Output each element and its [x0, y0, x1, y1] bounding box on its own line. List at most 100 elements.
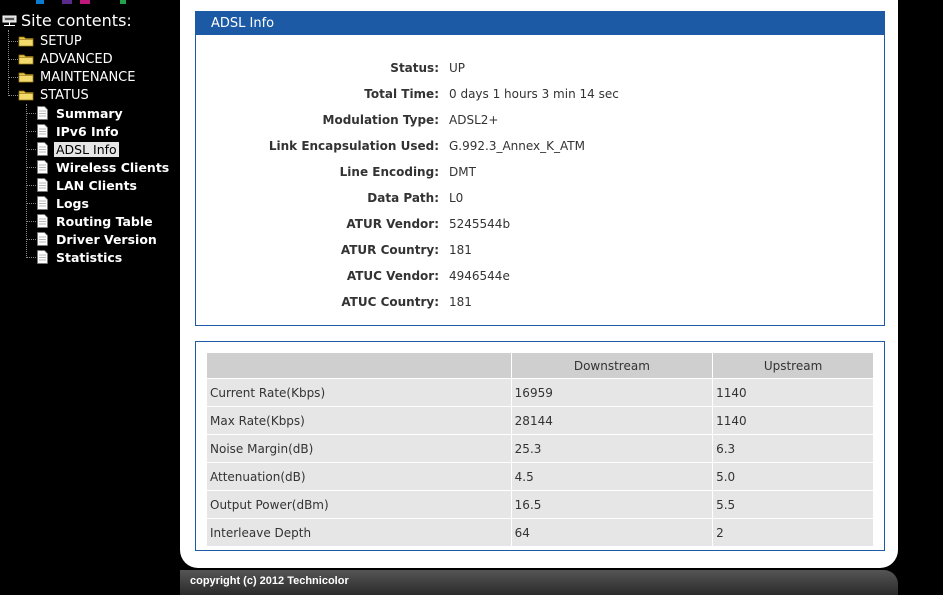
- info-value: 181: [449, 243, 472, 257]
- sidebar-section-label: STATUS: [40, 87, 89, 103]
- sidebar-section-status[interactable]: STATUS: [18, 86, 91, 104]
- document-icon: [37, 124, 48, 138]
- sidebar-item-label: IPv6 Info: [56, 123, 119, 139]
- sidebar-item-statistics[interactable]: Statistics: [37, 248, 124, 266]
- sidebar-item-wireless-clients[interactable]: Wireless Clients: [37, 158, 171, 176]
- info-key: Line Encoding:: [339, 165, 439, 179]
- sidebar-section-label: SETUP: [40, 33, 82, 49]
- table-cell: 25.3: [510, 434, 714, 463]
- table-row: Interleave Depth 64 2: [206, 518, 874, 547]
- info-row: Data Path: L0: [196, 191, 884, 211]
- sidebar-item-driver-version[interactable]: Driver Version: [37, 230, 159, 248]
- info-row: ATUR Vendor: 5245544b: [196, 217, 884, 237]
- site-contents-root[interactable]: Site contents:: [2, 11, 132, 30]
- sidebar-section-label: ADVANCED: [40, 51, 113, 67]
- sidebar-item-label: Statistics: [56, 249, 123, 265]
- tree-line: [26, 131, 36, 132]
- table-cell: 6.3: [712, 434, 874, 463]
- info-key: Total Time:: [364, 87, 439, 101]
- sidebar-item-summary[interactable]: Summary: [37, 104, 125, 122]
- info-value: G.992.3_Annex_K_ATM: [449, 139, 585, 153]
- info-value: 181: [449, 295, 472, 309]
- sidebar-item-ipv6-info[interactable]: IPv6 Info: [37, 122, 121, 140]
- info-key: Modulation Type:: [322, 113, 439, 127]
- sidebar: Site contents: SETUP ADVANCED MAINTENANCE S…: [0, 0, 180, 595]
- panel-title: ADSL Info: [196, 12, 884, 35]
- table-cell: 5.5: [712, 490, 874, 519]
- info-key: Link Encapsulation Used:: [268, 139, 439, 153]
- tree-line: [8, 30, 9, 96]
- folder-icon: [18, 36, 34, 47]
- info-key: Status:: [390, 61, 439, 75]
- main-content: ADSL Info Status: UP Total Time: 0 days 1 h…: [180, 0, 943, 595]
- document-icon: [37, 142, 48, 156]
- tree-line: [26, 239, 36, 240]
- content-area: ADSL Info Status: UP Total Time: 0 days 1 h…: [180, 0, 898, 568]
- tree-line: [26, 221, 36, 222]
- tree-line: [26, 257, 36, 258]
- info-row: ATUR Country: 181: [196, 243, 884, 263]
- column-header: Upstream: [712, 352, 874, 379]
- sidebar-item-label: LAN Clients: [56, 177, 137, 193]
- sidebar-section-advanced[interactable]: ADVANCED: [18, 50, 115, 68]
- table-cell: 5.0: [712, 462, 874, 491]
- line-rates-table: Downstream Upstream Current Rate(Kbps) 169…: [206, 352, 874, 547]
- sidebar-section-maintenance[interactable]: MAINTENANCE: [18, 68, 137, 86]
- document-icon: [37, 250, 48, 264]
- info-value: 5245544b: [449, 217, 511, 231]
- sidebar-section-setup[interactable]: SETUP: [18, 32, 84, 50]
- table-cell: 1140: [712, 378, 874, 407]
- row-label: Current Rate(Kbps): [206, 378, 512, 407]
- tree-line: [26, 167, 36, 168]
- brand-logo-strip: [0, 0, 180, 4]
- folder-icon: [18, 54, 34, 65]
- sidebar-item-label: ADSL Info: [54, 141, 119, 157]
- info-key: ATUC Country:: [341, 295, 439, 309]
- document-icon: [37, 196, 48, 210]
- folder-icon: [18, 72, 34, 83]
- tree-line: [26, 185, 36, 186]
- sidebar-section-label: MAINTENANCE: [40, 69, 136, 85]
- row-label: Interleave Depth: [206, 518, 512, 547]
- table-cell: 28144: [510, 406, 714, 435]
- table-cell: 64: [510, 518, 714, 547]
- sidebar-item-logs[interactable]: Logs: [37, 194, 91, 212]
- info-row: Line Encoding: DMT: [196, 165, 884, 185]
- tree-line: [8, 41, 18, 42]
- document-icon: [37, 160, 48, 174]
- sidebar-item-lan-clients[interactable]: LAN Clients: [37, 176, 139, 194]
- tree-line: [8, 59, 18, 60]
- table-row: Attenuation(dB) 4.5 5.0: [206, 462, 874, 491]
- document-icon: [37, 106, 48, 120]
- folder-icon: [18, 90, 34, 101]
- table-row: Output Power(dBm) 16.5 5.5: [206, 490, 874, 519]
- info-key: ATUR Country:: [340, 243, 439, 257]
- info-value: UP: [449, 61, 466, 75]
- tree-line: [8, 77, 18, 78]
- table-cell: 2: [712, 518, 874, 547]
- adsl-info-panel: ADSL Info Status: UP Total Time: 0 days 1 h…: [195, 11, 885, 326]
- computer-network-icon: [2, 15, 17, 26]
- column-header: [206, 352, 512, 379]
- info-row: Status: UP: [196, 61, 884, 81]
- info-row: Modulation Type: ADSL2+: [196, 113, 884, 133]
- info-key: ATUR Vendor:: [346, 217, 439, 231]
- row-label: Output Power(dBm): [206, 490, 512, 519]
- sidebar-item-label: Driver Version: [56, 231, 157, 247]
- info-value: ADSL2+: [449, 113, 499, 127]
- sidebar-item-adsl-info[interactable]: ADSL Info: [37, 140, 119, 158]
- table-cell: 16.5: [510, 490, 714, 519]
- row-label: Attenuation(dB): [206, 462, 512, 491]
- sidebar-item-label: Logs: [56, 195, 89, 211]
- info-row: Link Encapsulation Used: G.992.3_Annex_K_…: [196, 139, 884, 159]
- sidebar-item-label: Wireless Clients: [56, 159, 170, 175]
- row-label: Max Rate(Kbps): [206, 406, 512, 435]
- document-icon: [37, 232, 48, 246]
- sidebar-item-routing-table[interactable]: Routing Table: [37, 212, 155, 230]
- row-label: Noise Margin(dB): [206, 434, 512, 463]
- info-value: 4946544e: [449, 269, 510, 283]
- info-row: ATUC Country: 181: [196, 295, 884, 315]
- line-rates-panel: Downstream Upstream Current Rate(Kbps) 169…: [195, 341, 885, 551]
- sidebar-item-label: Summary: [56, 105, 123, 121]
- table-cell: 4.5: [510, 462, 714, 491]
